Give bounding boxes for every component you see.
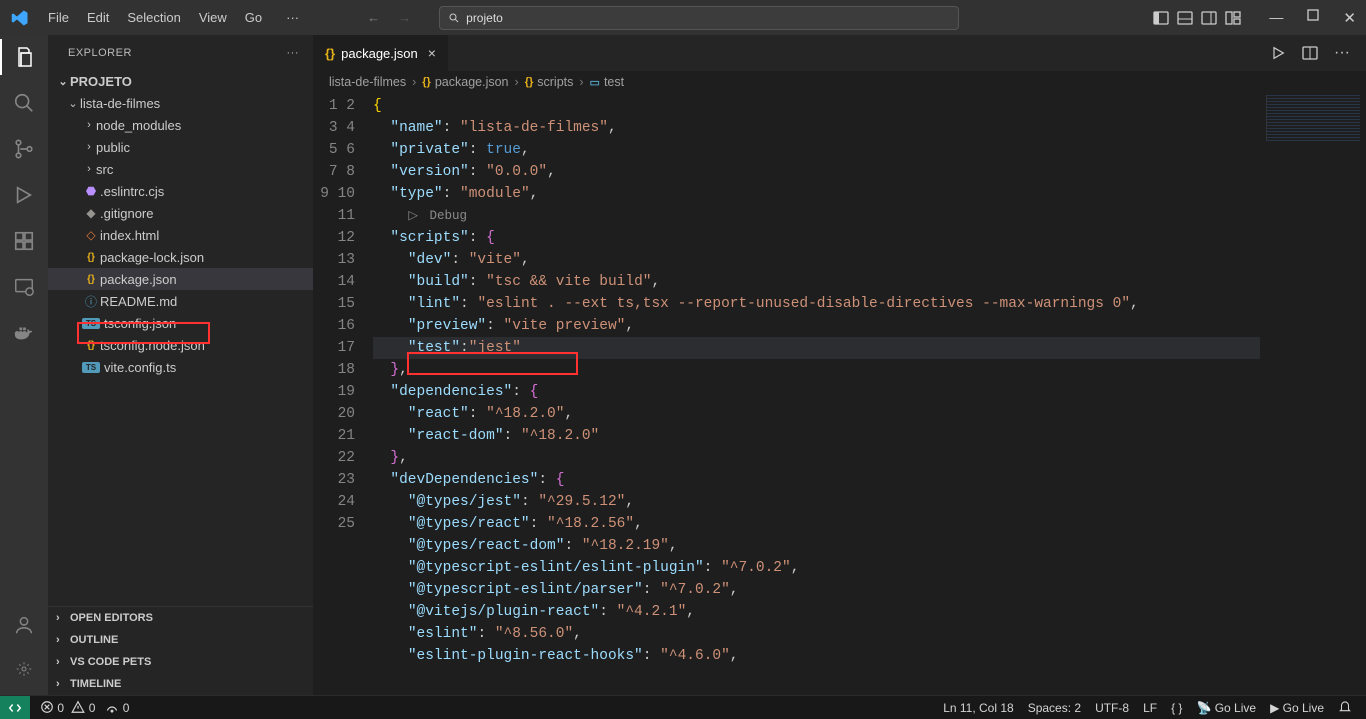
status-ports[interactable]: 0	[105, 700, 129, 715]
file-item[interactable]: {}package-lock.json	[48, 246, 313, 268]
layout-panel-right-icon[interactable]	[1201, 10, 1217, 26]
file-item[interactable]: ◆.gitignore	[48, 202, 313, 224]
section-vscode-pets[interactable]: ›VS CODE PETS	[48, 651, 313, 673]
editor-area: {} package.json × ··· lista-de-filmes› {…	[313, 35, 1366, 695]
menu-go[interactable]: Go	[237, 6, 270, 29]
debug-codelens[interactable]: ▷ Debug	[390, 205, 467, 227]
file-item[interactable]: ⬣.eslintrc.cjs	[48, 180, 313, 202]
docker-icon[interactable]	[12, 321, 36, 345]
title-bar: File Edit Selection View Go ··· ← → proj…	[0, 0, 1366, 35]
sidebar-sections: ›OPEN EDITORS ›OUTLINE ›VS CODE PETS ›TI…	[48, 606, 313, 695]
layout-panel-left-icon[interactable]	[1153, 10, 1169, 26]
editor-more-icon[interactable]: ···	[1334, 44, 1350, 62]
tab-package-json[interactable]: {} package.json ×	[313, 35, 448, 71]
status-golive-2[interactable]: ▶ Go Live	[1270, 701, 1324, 715]
run-debug-icon[interactable]	[12, 183, 36, 207]
tab-close-icon[interactable]: ×	[428, 45, 436, 61]
status-language[interactable]: { }	[1171, 701, 1182, 715]
file-item[interactable]: {}tsconfig.node.json	[48, 334, 313, 356]
activity-bar	[0, 35, 48, 695]
menu-file[interactable]: File	[40, 6, 77, 29]
menu-more-icon[interactable]: ···	[278, 6, 307, 29]
json-file-icon: {}	[325, 46, 335, 61]
maximize-icon[interactable]	[1307, 9, 1319, 21]
menu-bar: File Edit Selection View Go ···	[40, 6, 307, 29]
tab-label: package.json	[341, 46, 418, 61]
file-item[interactable]: TSvite.config.ts	[48, 356, 313, 378]
status-encoding[interactable]: UTF-8	[1095, 701, 1129, 715]
split-editor-icon[interactable]	[1302, 45, 1318, 61]
folder-item[interactable]: ›src	[48, 158, 313, 180]
status-bell-icon[interactable]	[1338, 699, 1352, 716]
close-icon[interactable]: ✕	[1343, 9, 1356, 27]
explorer-sidebar: EXPLORER ··· ⌄PROJETO ⌄lista-de-filmes ›…	[48, 35, 313, 695]
command-center-text: projeto	[466, 11, 503, 25]
command-center[interactable]: projeto	[439, 6, 959, 30]
explorer-more-icon[interactable]: ···	[287, 47, 300, 59]
status-bar: 0 0 0 Ln 11, Col 18 Spaces: 2 UTF-8 LF {…	[0, 695, 1366, 719]
remote-indicator[interactable]	[0, 696, 30, 719]
history-nav: ← →	[367, 10, 411, 25]
layout-panel-bottom-icon[interactable]	[1177, 10, 1193, 26]
status-eol[interactable]: LF	[1143, 701, 1157, 715]
forward-arrow-icon[interactable]: →	[398, 10, 411, 25]
back-arrow-icon[interactable]: ←	[367, 10, 380, 25]
section-timeline[interactable]: ›TIMELINE	[48, 673, 313, 695]
minimize-icon[interactable]: —	[1269, 9, 1283, 27]
search-icon[interactable]	[12, 91, 36, 115]
folder-item[interactable]: ›public	[48, 136, 313, 158]
file-item-active[interactable]: {}package.json	[48, 268, 313, 290]
file-item[interactable]: TStsconfig.json	[48, 312, 313, 334]
folder-item[interactable]: ›node_modules	[48, 114, 313, 136]
tabs-row: {} package.json × ···	[313, 35, 1366, 71]
breadcrumbs[interactable]: lista-de-filmes› {}package.json› {}scrip…	[313, 71, 1366, 93]
workspace-root[interactable]: ⌄PROJETO	[48, 70, 313, 92]
code-editor[interactable]: 1 2 3 4 5 6 7 8 9 10 11 12 13 14 15 16 1…	[313, 93, 1366, 695]
file-item[interactable]: ◇index.html	[48, 224, 313, 246]
menu-edit[interactable]: Edit	[79, 6, 117, 29]
explorer-title: EXPLORER	[68, 47, 132, 59]
explorer-icon[interactable]	[12, 45, 36, 69]
status-spaces[interactable]: Spaces: 2	[1028, 701, 1081, 715]
extensions-icon[interactable]	[12, 229, 36, 253]
run-icon[interactable]	[1270, 45, 1286, 61]
status-cursor[interactable]: Ln 11, Col 18	[943, 701, 1014, 715]
accounts-icon[interactable]	[12, 613, 36, 637]
code-content[interactable]: { "name": "lista-de-filmes", "private": …	[373, 93, 1366, 695]
search-icon	[448, 12, 460, 24]
remote-explorer-icon[interactable]	[12, 275, 36, 299]
section-outline[interactable]: ›OUTLINE	[48, 629, 313, 651]
settings-gear-icon[interactable]	[12, 657, 36, 681]
status-golive-1[interactable]: 📡 Go Live	[1196, 701, 1256, 715]
file-item[interactable]: ⓘREADME.md	[48, 290, 313, 312]
file-tree: ⌄PROJETO ⌄lista-de-filmes ›node_modules …	[48, 70, 313, 606]
vscode-logo-icon	[0, 9, 40, 27]
section-open-editors[interactable]: ›OPEN EDITORS	[48, 607, 313, 629]
window-controls: — ✕	[1153, 9, 1366, 27]
status-problems[interactable]: 0 0	[40, 700, 95, 715]
menu-selection[interactable]: Selection	[119, 6, 188, 29]
folder-item[interactable]: ⌄lista-de-filmes	[48, 92, 313, 114]
layout-customize-icon[interactable]	[1225, 10, 1241, 26]
menu-view[interactable]: View	[191, 6, 235, 29]
line-gutter: 1 2 3 4 5 6 7 8 9 10 11 12 13 14 15 16 1…	[313, 93, 373, 695]
source-control-icon[interactable]	[12, 137, 36, 161]
minimap[interactable]	[1260, 93, 1366, 695]
